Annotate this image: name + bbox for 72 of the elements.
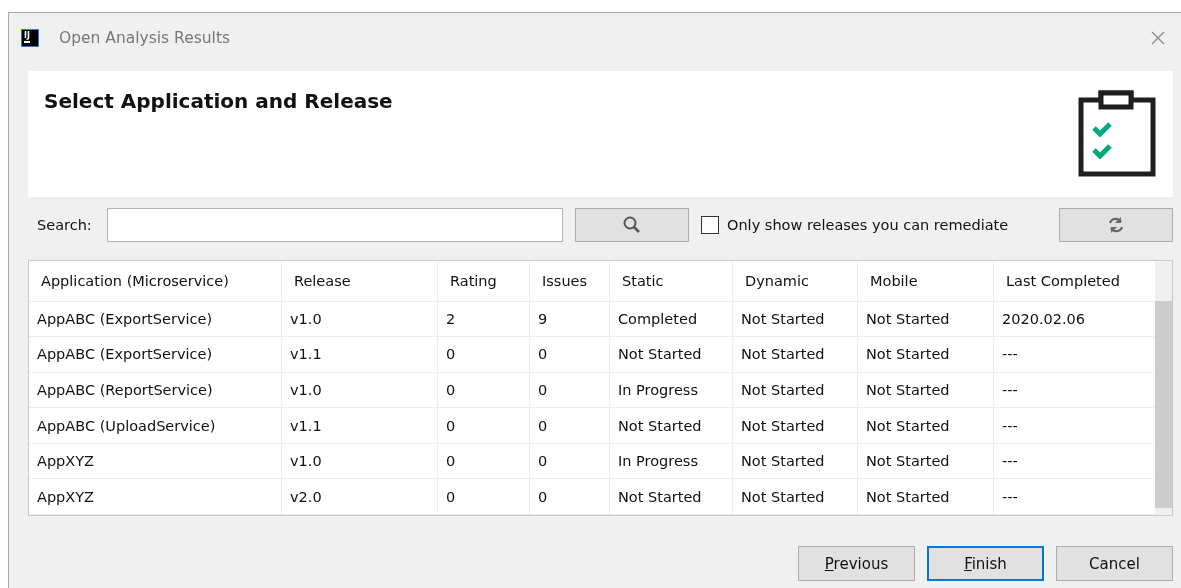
table-cell: Completed [610, 301, 733, 337]
table-cell: 0 [530, 443, 610, 479]
table-cell: 0 [438, 408, 530, 443]
column-header[interactable]: Release [282, 261, 438, 301]
table-cell: v2.0 [282, 479, 438, 514]
table-cell-text: --- [1001, 380, 1019, 400]
table-cell: Not Started [733, 301, 858, 337]
remediate-checkbox[interactable]: Only show releases you can remediate [701, 216, 1009, 234]
dialog-button[interactable]: Finish [927, 546, 1044, 581]
table-cell: In Progress [610, 443, 733, 479]
table-cell-text: --- [1001, 452, 1019, 472]
table-cell: 9 [530, 301, 610, 337]
table-cell: v1.0 [282, 443, 438, 479]
table-cell: AppABC (ReportService) [29, 372, 282, 408]
table-cell: AppXYZ [29, 479, 282, 514]
close-icon[interactable] [1150, 30, 1166, 46]
table-cell: Not Started [858, 337, 994, 372]
column-header[interactable]: Static [610, 261, 733, 301]
refresh-button[interactable] [1059, 208, 1173, 242]
search-icon [622, 215, 642, 235]
table-cell: Not Started [610, 337, 733, 372]
table-cell: 0 [530, 479, 610, 514]
search-label: Search: [36, 217, 93, 233]
table-cell: 0 [530, 337, 610, 372]
table-cell-text: --- [1001, 487, 1019, 507]
table-cell: Not Started [858, 301, 994, 337]
table-cell: 0 [530, 408, 610, 443]
table-cell: v1.0 [282, 372, 438, 408]
table-cell: Not Started [733, 337, 858, 372]
table-cell: v1.1 [282, 337, 438, 372]
table-cell: Not Started [858, 408, 994, 443]
search-button[interactable] [575, 208, 689, 242]
table-cell: Not Started [733, 372, 858, 408]
column-header[interactable]: Dynamic [733, 261, 858, 301]
table-cell: v1.0 [282, 301, 438, 337]
table-cell: Not Started [733, 479, 858, 514]
column-header[interactable]: Mobile [858, 261, 994, 301]
dialog-button[interactable]: Cancel [1056, 546, 1173, 581]
table-cell: AppXYZ [29, 443, 282, 479]
column-header[interactable]: Last Completed [994, 261, 1155, 301]
column-header[interactable]: Issues [530, 261, 610, 301]
table-cell: 0 [438, 337, 530, 372]
table-cell: In Progress [610, 372, 733, 408]
table-cell: Not Started [858, 479, 994, 514]
refresh-icon [1106, 215, 1126, 235]
column-header[interactable]: Rating [438, 261, 530, 301]
table-cell: AppABC (UploadService) [29, 408, 282, 443]
table-cell: Not Started [733, 443, 858, 479]
table-cell: 0 [438, 372, 530, 408]
table-cell: Not Started [858, 372, 994, 408]
scrollbar[interactable] [1155, 261, 1172, 515]
table-cell: Not Started [733, 408, 858, 443]
app-logo-icon: IJ [21, 29, 39, 47]
table-cell-text: --- [1001, 416, 1019, 436]
dialog-button[interactable]: Previous [798, 546, 915, 581]
table-cell-text: 2020.02.06 [1001, 309, 1087, 329]
search-field[interactable] [107, 208, 563, 242]
table-cell-text: --- [1001, 345, 1019, 365]
table-cell: 0 [438, 443, 530, 479]
column-header[interactable]: Application (Microservice) [29, 261, 282, 301]
table-cell: Not Started [610, 408, 733, 443]
table-cell: 0 [438, 479, 530, 514]
table-cell: Not Started [610, 479, 733, 514]
page-heading: Select Application and Release [44, 88, 393, 115]
table-cell: Not Started [858, 443, 994, 479]
table-cell: AppABC (ExportService) [29, 301, 282, 337]
window-title: Open Analysis Results [59, 29, 231, 47]
table-cell: 2 [438, 301, 530, 337]
scrollbar-thumb[interactable] [1155, 301, 1172, 508]
table-cell: AppABC (ExportService) [29, 337, 282, 372]
table-cell: 0 [530, 372, 610, 408]
table-cell: v1.1 [282, 408, 438, 443]
